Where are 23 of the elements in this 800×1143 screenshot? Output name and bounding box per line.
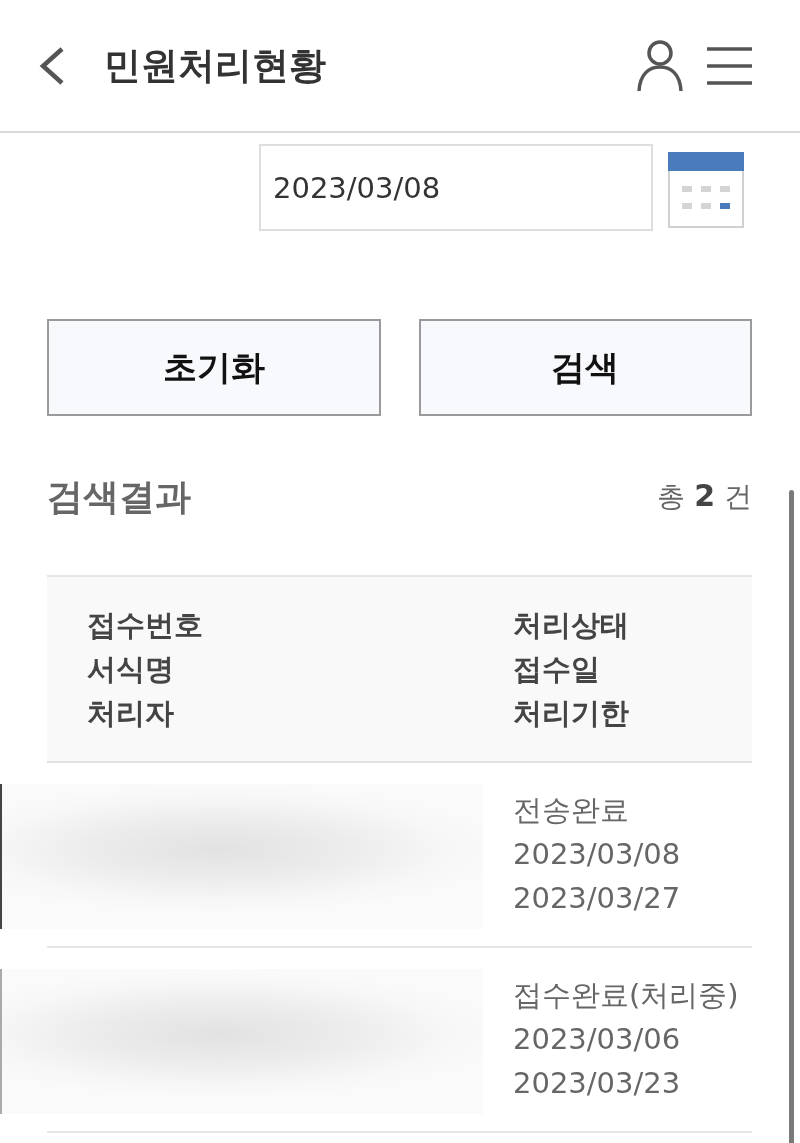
table-cell-text: 접수완료(처리중) [513,977,739,1014]
column-header: 서식명 [87,651,174,688]
menu-icon[interactable] [707,46,752,85]
column-header: 처리자 [87,695,174,732]
table-cell-text: 전송완료 [513,792,629,829]
column-header: 접수번호 [87,607,203,644]
calendar-icon[interactable] [668,152,744,228]
table-cell-text: 2023/03/27 [513,880,681,917]
column-header: 처리기한 [513,695,629,732]
table-cell-text: 2023/03/23 [513,1065,681,1102]
search-button[interactable]: 검색 [418,319,752,416]
date-field[interactable]: 2023/03/08 [259,144,653,231]
scrollbar[interactable] [789,490,794,1143]
results-title: 검색결과 [47,474,191,519]
table-cell-text: 2023/03/08 [513,836,681,873]
reset-button[interactable]: 초기화 [47,319,381,416]
column-header: 접수일 [513,651,600,688]
page-title: 민원처리현황 [104,42,326,89]
back-icon[interactable] [38,46,66,85]
result-count: 총 2 건 [657,478,752,515]
user-icon[interactable] [637,39,683,92]
table-cell-text: 2023/03/06 [513,1021,681,1058]
column-header: 처리상태 [513,607,629,644]
